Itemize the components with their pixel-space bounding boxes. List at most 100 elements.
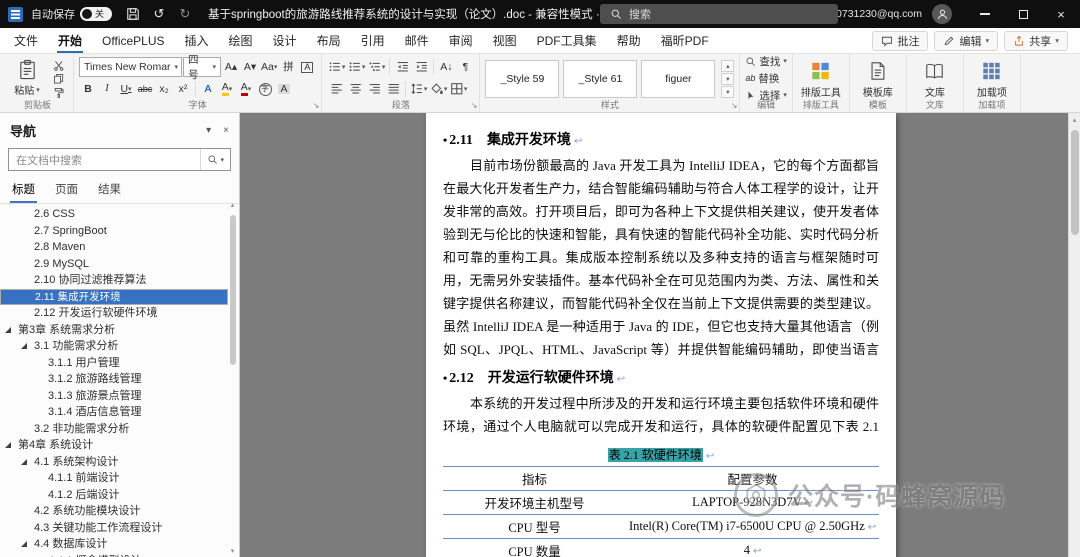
- grow-font-button[interactable]: A▴: [222, 58, 240, 77]
- autosave-toggle[interactable]: 关: [80, 7, 112, 21]
- tab-review[interactable]: 审阅: [439, 28, 483, 53]
- expand-triangle-icon[interactable]: [5, 442, 11, 448]
- library-button[interactable]: 文库: [912, 57, 958, 99]
- styles-gallery-more[interactable]: ▾: [721, 86, 735, 98]
- shrink-font-button[interactable]: A▾: [241, 58, 259, 77]
- italic-button[interactable]: I: [98, 80, 116, 99]
- expand-triangle-icon[interactable]: [21, 458, 27, 465]
- template-library-button[interactable]: 模板库: [855, 57, 901, 99]
- expand-triangle-icon[interactable]: [21, 343, 27, 349]
- align-right-button[interactable]: [365, 80, 383, 99]
- scroll-up-icon[interactable]: ▴: [228, 201, 237, 209]
- nav-options-chevron-icon[interactable]: ▾: [206, 125, 211, 136]
- tab-officeplus[interactable]: OfficePLUS: [92, 28, 174, 53]
- expand-triangle-icon[interactable]: [21, 541, 27, 547]
- close-button[interactable]: ×: [1042, 0, 1080, 28]
- addins-button[interactable]: 加载项: [969, 57, 1015, 99]
- editing-mode-button[interactable]: 编辑 ▾: [934, 30, 999, 51]
- styles-scroll-up[interactable]: ▴: [721, 60, 735, 72]
- nav-close-icon[interactable]: ×: [223, 125, 229, 136]
- cut-button[interactable]: [50, 59, 68, 72]
- shading-button[interactable]: ▾: [429, 80, 448, 99]
- tab-design[interactable]: 设计: [263, 28, 307, 53]
- nav-item[interactable]: 3.1.4 酒店信息管理: [0, 404, 228, 421]
- tab-foxit-pdf[interactable]: 福昕PDF: [651, 28, 719, 53]
- borders-button[interactable]: ▾: [449, 80, 468, 99]
- text-highlight-button[interactable]: A ▾: [218, 80, 236, 99]
- nav-item-current[interactable]: 2.11 集成开发环境: [0, 288, 228, 305]
- increase-indent-button[interactable]: [412, 58, 430, 77]
- show-marks-button[interactable]: ¶: [456, 58, 474, 77]
- comments-button[interactable]: 批注: [872, 30, 929, 51]
- tab-pdf-tools[interactable]: PDF工具集: [527, 28, 607, 53]
- document-title[interactable]: 基于springboot的旅游路线推荐系统的设计与实现（论文）.doc - 兼容…: [208, 6, 600, 22]
- tab-insert[interactable]: 插入: [175, 28, 219, 53]
- minimize-button[interactable]: [966, 0, 1004, 28]
- superscript-button[interactable]: x²: [174, 80, 192, 99]
- dialog-launcher-icon[interactable]: ↘: [471, 100, 478, 111]
- tab-help[interactable]: 帮助: [607, 28, 651, 53]
- share-button[interactable]: 共享 ▾: [1004, 30, 1068, 51]
- tab-draw[interactable]: 绘图: [219, 28, 263, 53]
- expand-triangle-icon[interactable]: [5, 326, 11, 333]
- bold-button[interactable]: B: [79, 80, 97, 99]
- search-box[interactable]: 搜索: [600, 4, 838, 24]
- style-box[interactable]: figuer: [641, 60, 716, 98]
- scroll-down-icon[interactable]: ▾: [228, 547, 237, 555]
- typeset-tools-button[interactable]: 排版工具: [798, 57, 844, 99]
- line-spacing-button[interactable]: ▾: [409, 80, 428, 99]
- tab-view[interactable]: 视图: [483, 28, 527, 53]
- save-button[interactable]: [121, 3, 145, 25]
- nav-item[interactable]: 2.6 CSS: [0, 206, 228, 223]
- nav-item[interactable]: 2.8 Maven: [0, 239, 228, 256]
- dialog-launcher-icon[interactable]: ↘: [313, 100, 320, 111]
- character-border-button[interactable]: A: [298, 58, 316, 77]
- tab-home[interactable]: 开始: [48, 28, 92, 53]
- nav-search-button[interactable]: ▾: [200, 149, 230, 170]
- nav-item[interactable]: 第3章 系统需求分析: [0, 322, 228, 339]
- copy-button[interactable]: [50, 73, 68, 86]
- character-shading-button[interactable]: A: [275, 80, 293, 99]
- multilevel-list-button[interactable]: ▾: [367, 58, 386, 77]
- numbering-button[interactable]: ▾: [347, 58, 366, 77]
- text-effects-button[interactable]: A: [199, 80, 217, 99]
- phonetic-guide-button[interactable]: 拼: [279, 58, 297, 77]
- justify-button[interactable]: [384, 80, 402, 99]
- strikethrough-button[interactable]: abc: [136, 80, 154, 99]
- nav-item[interactable]: 3.1.3 旅游景点管理: [0, 388, 228, 405]
- tab-layout[interactable]: 布局: [307, 28, 351, 53]
- align-center-button[interactable]: [346, 80, 364, 99]
- nav-scrollbar[interactable]: ▴ ▾: [228, 201, 237, 555]
- nav-item[interactable]: 4.1.2 后端设计: [0, 487, 228, 504]
- find-button[interactable]: 查找 ▾: [745, 54, 787, 68]
- nav-search-input[interactable]: 在文档中搜索 ▾: [8, 148, 231, 171]
- document-scrollbar[interactable]: ▴: [1068, 113, 1080, 557]
- nav-item[interactable]: 3.1.2 旅游路线管理: [0, 371, 228, 388]
- styles-scroll-down[interactable]: ▾: [721, 73, 735, 85]
- nav-item[interactable]: 4.2 系统功能模块设计: [0, 503, 228, 520]
- nav-scrollbar-thumb[interactable]: [229, 215, 236, 365]
- undo-button[interactable]: ↺: [147, 3, 171, 25]
- tab-mailings[interactable]: 邮件: [395, 28, 439, 53]
- replace-button[interactable]: ab 替换: [745, 71, 787, 85]
- underline-button[interactable]: U ▾: [117, 80, 135, 99]
- word-app-icon[interactable]: [8, 6, 23, 22]
- document-scrollbar-thumb[interactable]: [1071, 130, 1079, 235]
- nav-item[interactable]: 4.4.1 概念模型设计: [0, 553, 228, 557]
- dialog-launcher-icon[interactable]: ↘: [731, 100, 738, 111]
- avatar[interactable]: [932, 4, 952, 24]
- nav-item[interactable]: 4.4 数据库设计: [0, 536, 228, 553]
- bullets-button[interactable]: ▾: [327, 58, 346, 77]
- nav-item[interactable]: 3.2 非功能需求分析: [0, 421, 228, 438]
- subscript-button[interactable]: x₂: [155, 80, 173, 99]
- nav-item[interactable]: 3.1 功能需求分析: [0, 338, 228, 355]
- tab-file[interactable]: 文件: [4, 28, 48, 53]
- font-name-select[interactable]: Times New Romar ▾: [79, 57, 182, 77]
- nav-item[interactable]: 4.3 关键功能工作流程设计: [0, 520, 228, 537]
- document-page[interactable]: • 2.11 集成开发环境 ↩ 目前市场份额最高的 Java 开发工具为 Int…: [426, 113, 896, 557]
- align-left-button[interactable]: [327, 80, 345, 99]
- nav-item[interactable]: 2.10 协同过滤推荐算法: [0, 272, 228, 289]
- style-box[interactable]: _Style 59: [485, 60, 560, 98]
- redo-button[interactable]: ↻: [173, 3, 197, 25]
- nav-item[interactable]: 第4章 系统设计: [0, 437, 228, 454]
